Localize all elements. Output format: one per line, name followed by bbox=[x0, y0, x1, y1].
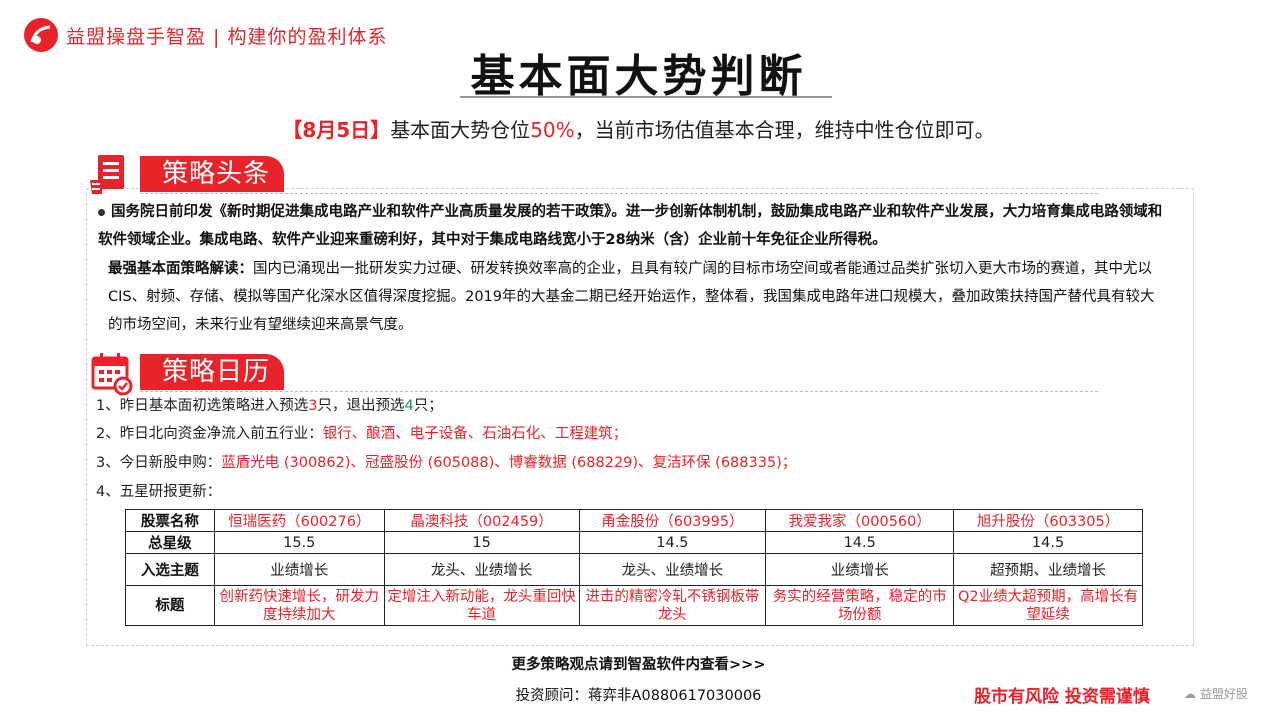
stock-stars: 15 bbox=[383, 531, 580, 554]
header-stock-name: 股票名称 bbox=[125, 509, 215, 532]
stock-stars: 15.5 bbox=[213, 531, 385, 554]
more-link[interactable]: 更多策略观点请到智盈软件内查看>>> bbox=[0, 653, 1277, 674]
reading-label: 最强基本面策略解读： bbox=[108, 261, 253, 277]
stock-theme: 龙头、业绩增长 bbox=[383, 553, 580, 586]
stock-name[interactable]: 甬金股份（603995） bbox=[578, 509, 767, 532]
summary-position: 50% bbox=[530, 118, 575, 142]
stock-report-title[interactable]: 务实的经营策略，稳定的市场份额 bbox=[765, 585, 955, 626]
summary-date: 【8月5日】 bbox=[282, 118, 391, 142]
item1-text-a: 1、昨日基本面初选策略进入预选 bbox=[96, 398, 309, 414]
stock-name[interactable]: 恒瑞医药（600276） bbox=[213, 509, 385, 532]
stock-stars: 14.5 bbox=[953, 531, 1143, 554]
item1-out-count: 4 bbox=[404, 398, 414, 414]
stock-theme: 超预期、业绩增长 bbox=[953, 553, 1143, 586]
reading-text: 国内已涌现出一批研发实力过硬、研发转换效率高的企业，且具有较广阔的目标市场空间或… bbox=[108, 261, 1155, 333]
headline-divider bbox=[140, 193, 1098, 194]
document-icon bbox=[88, 152, 132, 196]
position-summary: 【8月5日】基本面大势仓位50%，当前市场估值基本合理，维持中性仓位即可。 bbox=[0, 114, 1277, 143]
table-row: 股票名称 恒瑞医药（600276） 晶澳科技（002459） 甬金股份（6039… bbox=[125, 509, 1143, 532]
risk-warning: 股市有风险 投资需谨慎 bbox=[974, 687, 1150, 707]
item2-text-a: 2、昨日北向资金净流入前五行业： bbox=[96, 426, 323, 442]
wechat-icon: ☁ bbox=[1184, 687, 1196, 701]
research-table: 股票名称 恒瑞医药（600276） 晶澳科技（002459） 甬金股份（6039… bbox=[125, 509, 1143, 626]
item3-ipos: 蓝盾光电 (300862)、冠盛股份 (605088)、博睿数据 (688229… bbox=[221, 455, 797, 471]
wechat-label: 益盟好股 bbox=[1199, 687, 1248, 701]
tab-strategy-headline[interactable]: 策略头条 bbox=[140, 156, 285, 192]
stock-theme: 业绩增长 bbox=[213, 553, 385, 586]
calendar-item-3: 3、今日新股申购：蓝盾光电 (300862)、冠盛股份 (605088)、博睿数… bbox=[96, 449, 796, 477]
calendar-item-1: 1、昨日基本面初选策略进入预选3只，退出预选4只； bbox=[96, 392, 443, 420]
header-total-stars: 总星级 bbox=[125, 531, 215, 554]
table-row: 标题 创新药快速增长，研发力度持续加大 定增注入新动能，龙头重回快车道 进击的精… bbox=[125, 585, 1143, 626]
stock-theme: 龙头、业绩增长 bbox=[578, 553, 767, 586]
table-row: 总星级 15.5 15 14.5 14.5 14.5 bbox=[125, 531, 1143, 554]
stock-report-title[interactable]: 定增注入新动能，龙头重回快车道 bbox=[383, 585, 580, 626]
headline-reading: 最强基本面策略解读：国内已涌现出一批研发实力过硬、研发转换效率高的企业，且具有较… bbox=[108, 255, 1168, 339]
stock-theme: 业绩增长 bbox=[765, 553, 955, 586]
stock-report-title[interactable]: Q2业绩大超预期，高增长有望延续 bbox=[953, 585, 1143, 626]
header-theme: 入选主题 bbox=[125, 553, 215, 586]
headline-news-text: 国务院日前印发《新时期促进集成电路产业和软件产业高质量发展的若干政策》。进一步创… bbox=[98, 204, 1163, 248]
calendar-icon bbox=[90, 352, 134, 396]
summary-text-b: ，当前市场估值基本合理，维持中性仓位即可。 bbox=[574, 118, 995, 142]
calendar-item-2: 2、昨日北向资金净流入前五行业：银行、酿酒、电子设备、石油石化、工程建筑； bbox=[96, 420, 627, 448]
bullet-icon bbox=[98, 208, 105, 216]
stock-report-title[interactable]: 进击的精密冷轧不锈钢板带龙头 bbox=[578, 585, 767, 626]
wechat-watermark: ☁ 益盟好股 bbox=[1184, 685, 1248, 702]
stock-stars: 14.5 bbox=[765, 531, 955, 554]
table-row: 入选主题 业绩增长 龙头、业绩增长 龙头、业绩增长 业绩增长 超预期、业绩增长 bbox=[125, 553, 1143, 586]
title-underline bbox=[460, 96, 832, 98]
item2-industries: 银行、酿酒、电子设备、石油石化、工程建筑； bbox=[322, 426, 628, 442]
stock-name[interactable]: 旭升股份（603305） bbox=[953, 509, 1143, 532]
stock-name[interactable]: 晶澳科技（002459） bbox=[383, 509, 580, 532]
header-title: 标题 bbox=[125, 585, 215, 626]
item1-text-c: 只； bbox=[413, 398, 443, 414]
summary-text-a: 基本面大势仓位 bbox=[390, 118, 531, 142]
stock-report-title[interactable]: 创新药快速增长，研发力度持续加大 bbox=[213, 585, 385, 626]
tab-strategy-calendar[interactable]: 策略日历 bbox=[140, 354, 285, 390]
headline-news: 国务院日前印发《新时期促进集成电路产业和软件产业高质量发展的若干政策》。进一步创… bbox=[98, 198, 1168, 254]
page-title: 基本面大势判断 bbox=[470, 51, 807, 102]
item3-text-a: 3、今日新股申购： bbox=[96, 455, 222, 471]
stock-stars: 14.5 bbox=[578, 531, 767, 554]
item1-text-b: 只，退出预选 bbox=[317, 398, 405, 414]
calendar-item-4: 4、五星研报更新： bbox=[96, 484, 222, 500]
stock-name[interactable]: 我爱我家（000560） bbox=[765, 509, 955, 532]
